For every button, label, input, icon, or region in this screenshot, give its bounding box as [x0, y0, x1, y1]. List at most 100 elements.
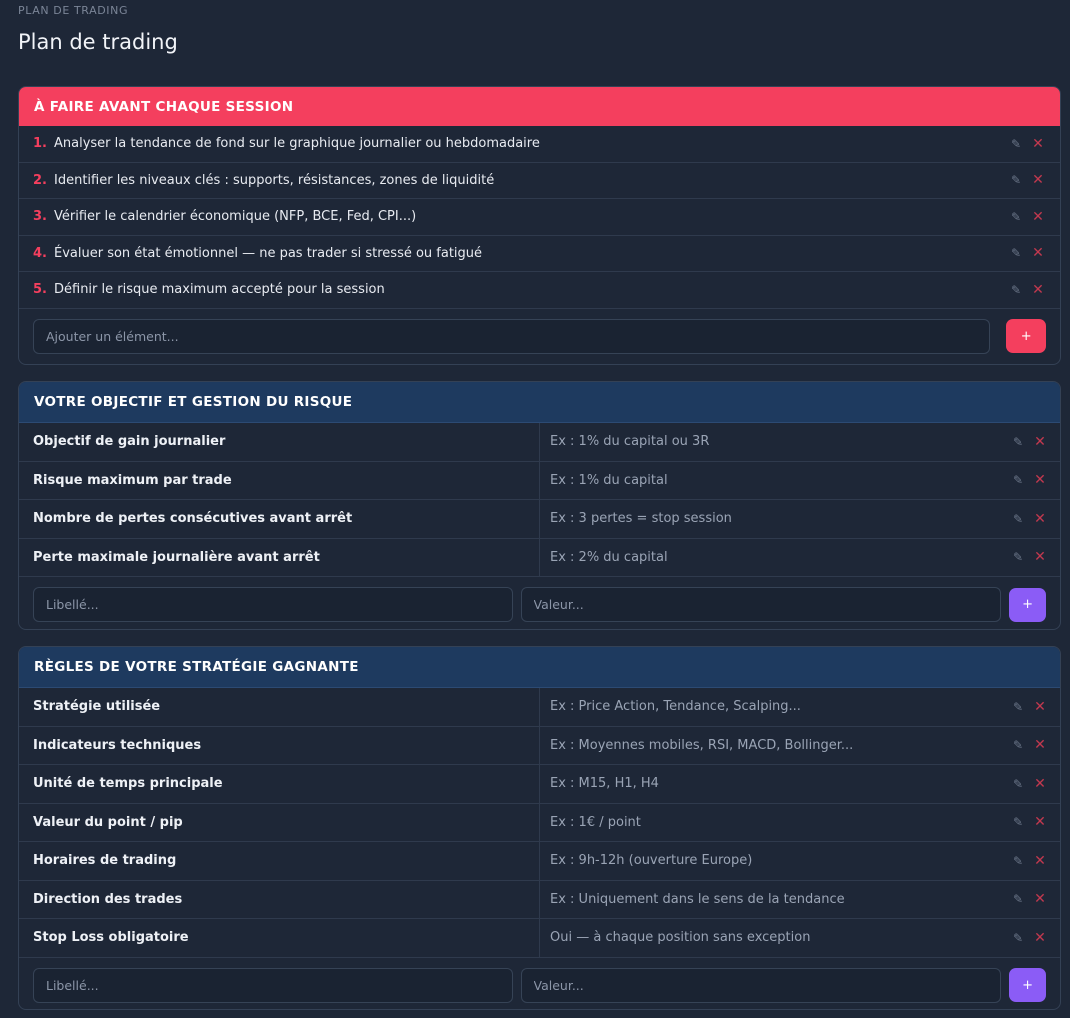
risk-table: Objectif de gain journalier Ex : 1% du c… — [19, 423, 1060, 577]
row-value: Ex : 2% du capital — [550, 549, 668, 565]
item-number: 2. — [33, 172, 47, 188]
row-actions: ✎ ✕ — [1012, 434, 1046, 450]
row-value: Ex : 1% du capital — [550, 472, 668, 488]
row-label: Unité de temps principale — [19, 765, 540, 803]
breadcrumb: PLAN DE TRADING — [18, 4, 129, 17]
pencil-icon[interactable]: ✎ — [1010, 283, 1022, 297]
pencil-icon[interactable]: ✎ — [1012, 892, 1024, 906]
pencil-icon[interactable]: ✎ — [1012, 815, 1024, 829]
pencil-icon[interactable]: ✎ — [1012, 777, 1024, 791]
close-icon[interactable]: ✕ — [1034, 737, 1046, 753]
row-label: Valeur du point / pip — [19, 803, 540, 841]
strategy-card: RÈGLES DE VOTRE STRATÉGIE GAGNANTE Strat… — [18, 646, 1061, 1010]
row-value: Ex : 9h-12h (ouverture Europe) — [550, 853, 753, 869]
item-actions: ✎ ✕ — [1010, 245, 1044, 261]
risk-card: VOTRE OBJECTIF ET GESTION DU RISQUE Obje… — [18, 381, 1061, 630]
close-icon[interactable]: ✕ — [1032, 282, 1044, 298]
label-input[interactable] — [33, 967, 513, 1003]
row-value: Ex : 3 pertes = stop session — [550, 511, 732, 527]
pencil-icon[interactable]: ✎ — [1012, 435, 1024, 449]
value-input[interactable] — [520, 967, 1002, 1003]
item-number: 4. — [33, 245, 47, 261]
checklist-list: 1. Analyser la tendance de fond sur le g… — [19, 126, 1060, 309]
item-number: 5. — [33, 282, 47, 298]
close-icon[interactable]: ✕ — [1034, 549, 1046, 565]
table-row: Direction des trades Ex : Uniquement dan… — [19, 880, 1060, 919]
row-actions: ✎ ✕ — [1012, 472, 1046, 488]
pencil-icon[interactable]: ✎ — [1012, 700, 1024, 714]
close-icon[interactable]: ✕ — [1034, 930, 1046, 946]
list-item: 2. Identifier les niveaux clés : support… — [19, 163, 1060, 199]
row-actions: ✎ ✕ — [1012, 511, 1046, 527]
close-icon[interactable]: ✕ — [1034, 776, 1046, 792]
item-text: Identifier les niveaux clés : supports, … — [54, 172, 495, 188]
pencil-icon[interactable]: ✎ — [1012, 931, 1024, 945]
item-actions: ✎ ✕ — [1010, 136, 1044, 152]
pencil-icon[interactable]: ✎ — [1010, 137, 1022, 151]
add-item-input[interactable] — [33, 318, 991, 354]
pencil-icon[interactable]: ✎ — [1012, 550, 1024, 564]
item-text: Définir le risque maximum accepté pour l… — [54, 282, 385, 298]
close-icon[interactable]: ✕ — [1034, 511, 1046, 527]
value-input[interactable] — [520, 587, 1002, 622]
pencil-icon[interactable]: ✎ — [1012, 473, 1024, 487]
pencil-icon[interactable]: ✎ — [1012, 512, 1024, 526]
close-icon[interactable]: ✕ — [1034, 699, 1046, 715]
row-actions: ✎ ✕ — [1012, 776, 1046, 792]
pencil-icon[interactable]: ✎ — [1012, 738, 1024, 752]
table-row: Horaires de trading Ex : 9h-12h (ouvertu… — [19, 842, 1060, 881]
strategy-header: RÈGLES DE VOTRE STRATÉGIE GAGNANTE — [19, 647, 1060, 688]
add-row-button[interactable]: + — [1009, 587, 1046, 622]
row-label: Nombre de pertes consécutives avant arrê… — [19, 500, 540, 538]
row-actions: ✎ ✕ — [1012, 737, 1046, 753]
pencil-icon[interactable]: ✎ — [1010, 173, 1022, 187]
item-actions: ✎ ✕ — [1010, 209, 1044, 225]
checklist-add-row: + — [19, 309, 1060, 364]
close-icon[interactable]: ✕ — [1032, 245, 1044, 261]
row-label: Stratégie utilisée — [19, 688, 540, 726]
row-actions: ✎ ✕ — [1012, 549, 1046, 565]
label-input[interactable] — [33, 587, 513, 622]
close-icon[interactable]: ✕ — [1032, 209, 1044, 225]
close-icon[interactable]: ✕ — [1034, 434, 1046, 450]
close-icon[interactable]: ✕ — [1032, 172, 1044, 188]
table-row: Indicateurs techniques Ex : Moyennes mob… — [19, 726, 1060, 765]
row-value: Ex : 1€ / point — [550, 814, 641, 830]
row-actions: ✎ ✕ — [1012, 814, 1046, 830]
row-value: Ex : 1% du capital ou 3R — [550, 434, 710, 450]
item-actions: ✎ ✕ — [1010, 282, 1044, 298]
row-value: Ex : Uniquement dans le sens de la tenda… — [550, 891, 845, 907]
row-label: Stop Loss obligatoire — [19, 919, 540, 957]
risk-header: VOTRE OBJECTIF ET GESTION DU RISQUE — [19, 382, 1060, 423]
close-icon[interactable]: ✕ — [1034, 891, 1046, 907]
close-icon[interactable]: ✕ — [1034, 814, 1046, 830]
row-label: Objectif de gain journalier — [19, 423, 540, 461]
pencil-icon[interactable]: ✎ — [1010, 246, 1022, 260]
row-actions: ✎ ✕ — [1012, 853, 1046, 869]
row-label: Risque maximum par trade — [19, 461, 540, 499]
close-icon[interactable]: ✕ — [1034, 472, 1046, 488]
row-label: Indicateurs techniques — [19, 726, 540, 764]
row-value: Oui — à chaque position sans exception — [550, 930, 811, 946]
add-row-button[interactable]: + — [1009, 968, 1046, 1002]
item-text: Vérifier le calendrier économique (NFP, … — [54, 209, 417, 225]
item-text: Évaluer son état émotionnel — ne pas tra… — [54, 245, 483, 261]
list-item: 3. Vérifier le calendrier économique (NF… — [19, 199, 1060, 236]
table-row: Stratégie utilisée Ex : Price Action, Te… — [19, 688, 1060, 727]
pencil-icon[interactable]: ✎ — [1010, 210, 1022, 224]
strategy-table: Stratégie utilisée Ex : Price Action, Te… — [19, 688, 1060, 958]
table-row: Perte maximale journalière avant arrêt E… — [19, 538, 1060, 577]
row-label: Direction des trades — [19, 880, 540, 918]
list-item: 1. Analyser la tendance de fond sur le g… — [19, 126, 1060, 163]
row-value: Ex : Moyennes mobiles, RSI, MACD, Bollin… — [550, 737, 854, 753]
close-icon[interactable]: ✕ — [1032, 136, 1044, 152]
close-icon[interactable]: ✕ — [1034, 853, 1046, 869]
row-actions: ✎ ✕ — [1012, 891, 1046, 907]
table-row: Valeur du point / pip Ex : 1€ / point ✎ … — [19, 803, 1060, 842]
list-item: 4. Évaluer son état émotionnel — ne pas … — [19, 236, 1060, 272]
item-number: 3. — [33, 209, 47, 225]
add-item-button[interactable]: + — [1006, 319, 1046, 353]
pencil-icon[interactable]: ✎ — [1012, 854, 1024, 868]
row-value: Ex : Price Action, Tendance, Scalping... — [550, 699, 801, 715]
table-row: Nombre de pertes consécutives avant arrê… — [19, 500, 1060, 539]
